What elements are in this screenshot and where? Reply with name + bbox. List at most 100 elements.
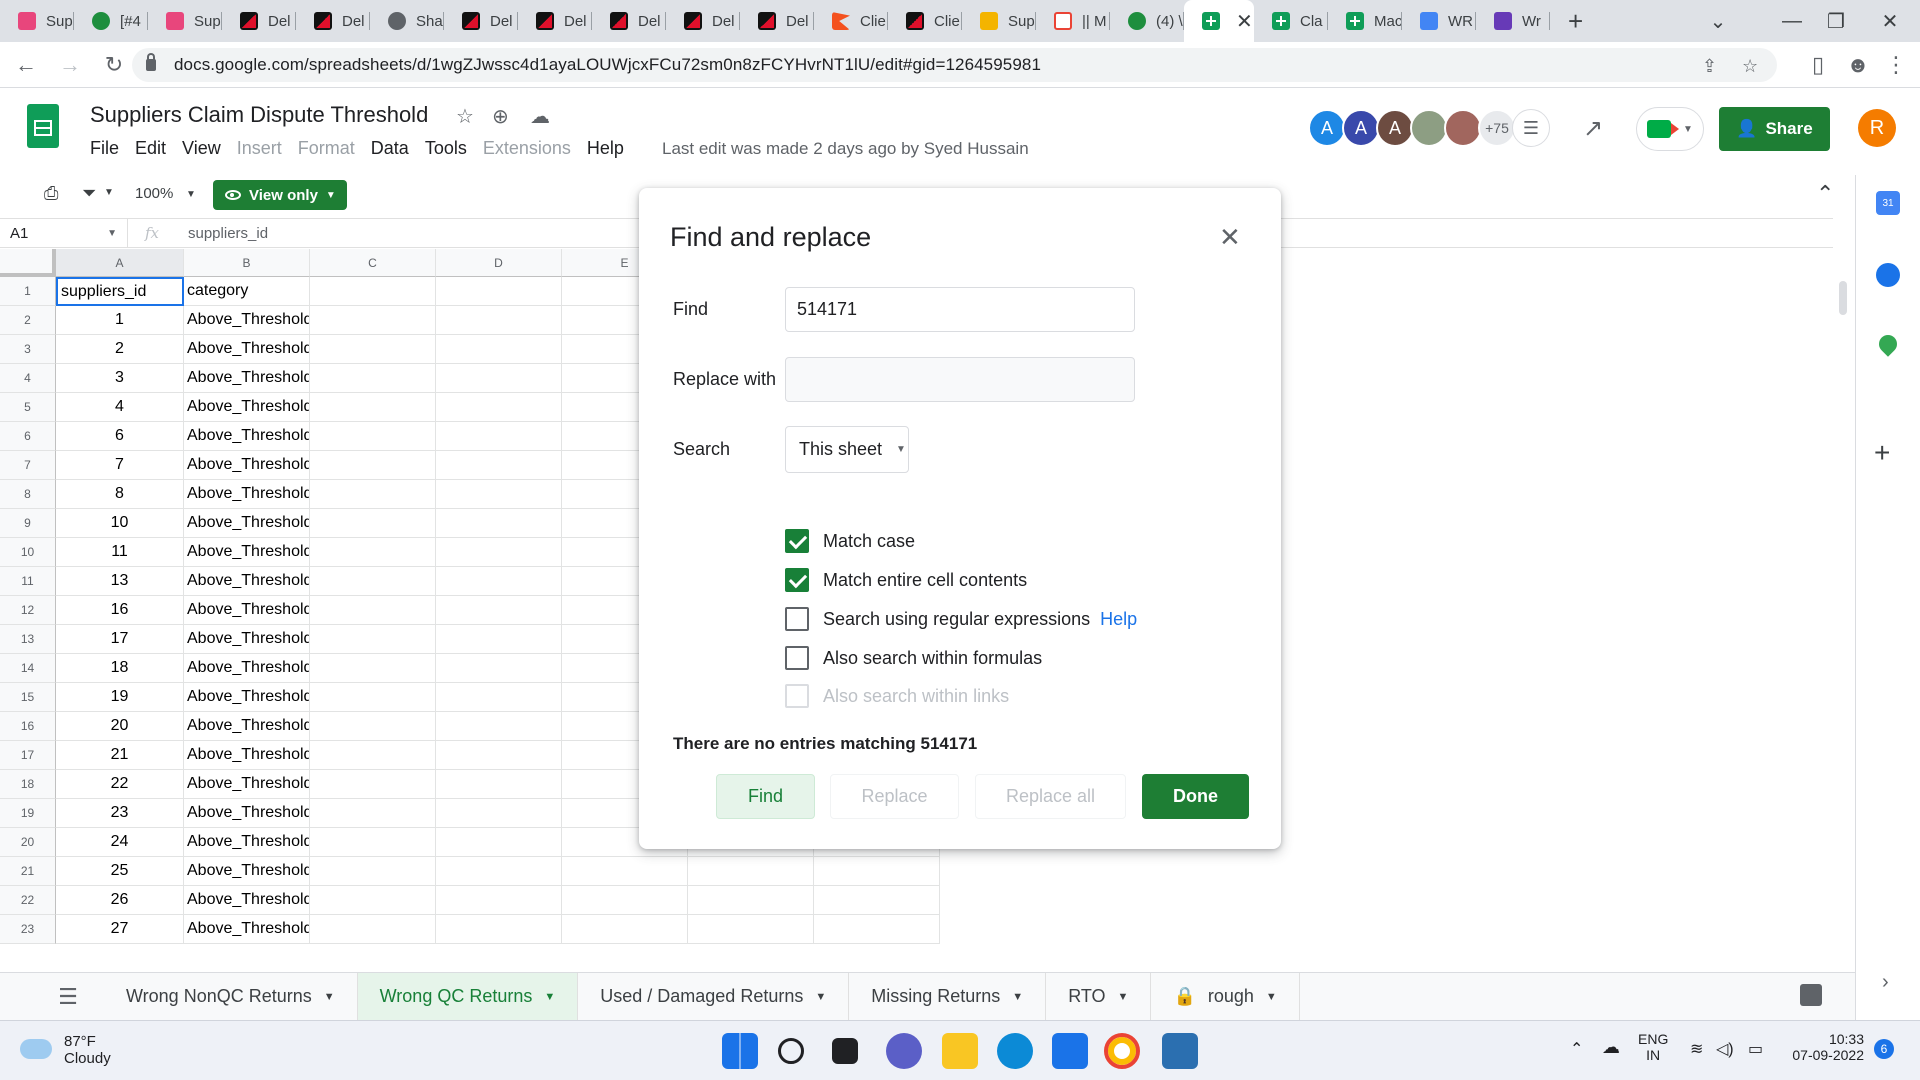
search-icon[interactable] xyxy=(778,1038,804,1064)
chevron-down-icon[interactable]: ▼ xyxy=(104,187,114,198)
row-header[interactable]: 13 xyxy=(0,625,56,654)
share-button[interactable]: 👤 Share xyxy=(1719,107,1830,151)
menu-extensions[interactable]: Extensions xyxy=(483,138,571,159)
table-cell-category[interactable]: Above_Threshold xyxy=(184,480,310,509)
browser-tab[interactable]: Sup xyxy=(0,0,74,42)
collaborator-count[interactable]: +75 xyxy=(1478,109,1516,147)
empty-cell[interactable] xyxy=(310,277,436,306)
maximize-icon[interactable]: ❐ xyxy=(1806,0,1866,42)
empty-cell[interactable] xyxy=(436,451,562,480)
weather-widget[interactable]: 87°F Cloudy xyxy=(20,1033,111,1067)
contacts-icon[interactable] xyxy=(1876,263,1900,287)
menu-format[interactable]: Format xyxy=(298,138,355,159)
empty-cell[interactable] xyxy=(310,538,436,567)
replace-input[interactable] xyxy=(785,357,1135,402)
empty-cell[interactable] xyxy=(310,393,436,422)
search-scope-select[interactable]: This sheet ▼ xyxy=(785,426,909,473)
table-cell-supplier-id[interactable]: 22 xyxy=(56,770,184,799)
menu-edit[interactable]: Edit xyxy=(135,138,166,159)
browser-tab[interactable]: Del xyxy=(444,0,518,42)
formula-content[interactable]: suppliers_id xyxy=(176,225,268,242)
browser-tab[interactable]: Del xyxy=(592,0,666,42)
star-icon[interactable]: ☆ xyxy=(456,104,474,129)
sheets-logo[interactable] xyxy=(27,104,59,148)
sheet-tab[interactable]: 🔒 rough ▼ xyxy=(1151,973,1300,1020)
omnibox[interactable]: docs.google.com/spreadsheets/d/1wgZJwssc… xyxy=(132,48,1777,82)
browser-tab[interactable]: [#4 xyxy=(74,0,148,42)
browser-tab[interactable]: Mac xyxy=(1328,0,1402,42)
empty-cell[interactable] xyxy=(436,741,562,770)
empty-cell[interactable] xyxy=(436,654,562,683)
empty-cell[interactable] xyxy=(436,828,562,857)
table-cell-category[interactable]: Above_Threshold xyxy=(184,451,310,480)
row-header[interactable]: 1 xyxy=(0,277,56,306)
chrome-icon[interactable] xyxy=(1104,1033,1140,1069)
table-cell-supplier-id[interactable]: 19 xyxy=(56,683,184,712)
empty-cell[interactable] xyxy=(814,915,940,944)
side-panel-icon[interactable]: ▯ xyxy=(1800,47,1836,83)
collaborator-avatar[interactable]: A xyxy=(1376,109,1414,147)
row-header[interactable]: 6 xyxy=(0,422,56,451)
browser-tab[interactable]: Sup xyxy=(962,0,1036,42)
empty-cell[interactable] xyxy=(310,857,436,886)
empty-cell[interactable] xyxy=(562,857,688,886)
lock-icon[interactable] xyxy=(146,53,156,71)
empty-cell[interactable] xyxy=(310,915,436,944)
empty-cell[interactable] xyxy=(436,857,562,886)
table-cell-supplier-id[interactable]: 13 xyxy=(56,567,184,596)
profile-icon[interactable]: ☻ xyxy=(1840,47,1876,83)
browser-tab[interactable]: Cla xyxy=(1254,0,1328,42)
close-icon[interactable]: ✕ xyxy=(1219,222,1241,253)
empty-cell[interactable] xyxy=(310,596,436,625)
table-cell-category[interactable]: Above_Threshold xyxy=(184,422,310,451)
language-indicator[interactable]: ENG IN xyxy=(1638,1031,1668,1063)
empty-cell[interactable] xyxy=(688,857,814,886)
row-header[interactable]: 21 xyxy=(0,857,56,886)
help-link[interactable]: Help xyxy=(1100,609,1137,630)
browser-tab[interactable]: Sha xyxy=(370,0,444,42)
empty-cell[interactable] xyxy=(436,683,562,712)
replace-button[interactable]: Replace xyxy=(830,774,959,819)
table-cell-category[interactable]: Above_Threshold xyxy=(184,364,310,393)
table-cell-supplier-id[interactable]: 7 xyxy=(56,451,184,480)
explore-icon[interactable] xyxy=(1800,984,1822,1006)
table-cell-category[interactable]: Above_Threshold xyxy=(184,828,310,857)
table-cell-supplier-id[interactable]: 1 xyxy=(56,306,184,335)
empty-cell[interactable] xyxy=(436,538,562,567)
collaborator-avatar[interactable] xyxy=(1444,109,1482,147)
close-tab-icon[interactable]: ✕ xyxy=(1236,9,1253,34)
table-cell-category[interactable]: Above_Threshold xyxy=(184,596,310,625)
forward-icon[interactable]: → xyxy=(52,47,88,83)
row-header[interactable]: 11 xyxy=(0,567,56,596)
start-icon[interactable] xyxy=(722,1033,758,1069)
empty-cell[interactable] xyxy=(814,857,940,886)
table-cell-category[interactable]: Above_Threshold xyxy=(184,625,310,654)
user-avatar[interactable]: R xyxy=(1858,109,1896,147)
last-edit-link[interactable]: Last edit was made 2 days ago by Syed Hu… xyxy=(662,139,1029,159)
empty-cell[interactable] xyxy=(436,596,562,625)
empty-cell[interactable] xyxy=(310,422,436,451)
column-header-b[interactable]: B xyxy=(184,249,310,277)
row-header[interactable]: 4 xyxy=(0,364,56,393)
empty-cell[interactable] xyxy=(436,277,562,306)
onedrive-icon[interactable]: ☁ xyxy=(1602,1037,1620,1058)
calendar-icon[interactable]: 31 xyxy=(1876,191,1900,215)
table-cell-category[interactable]: Above_Threshold xyxy=(184,799,310,828)
row-header[interactable]: 16 xyxy=(0,712,56,741)
table-cell-category[interactable]: Above_Threshold xyxy=(184,393,310,422)
empty-cell[interactable] xyxy=(310,364,436,393)
browser-tab[interactable]: Del xyxy=(296,0,370,42)
empty-cell[interactable] xyxy=(436,625,562,654)
option-row[interactable]: Search using regular expressions Help xyxy=(785,607,1137,631)
menu-tools[interactable]: Tools xyxy=(425,138,467,159)
teams-chat-icon[interactable] xyxy=(886,1033,922,1069)
empty-cell[interactable] xyxy=(436,770,562,799)
filter-icon[interactable]: ⏷ xyxy=(82,183,96,204)
row-header[interactable]: 14 xyxy=(0,654,56,683)
browser-tab[interactable]: || M xyxy=(1036,0,1110,42)
empty-cell[interactable] xyxy=(310,509,436,538)
empty-cell[interactable] xyxy=(436,712,562,741)
table-cell-supplier-id[interactable]: 10 xyxy=(56,509,184,538)
select-all-corner[interactable] xyxy=(0,249,56,277)
row-header[interactable]: 7 xyxy=(0,451,56,480)
